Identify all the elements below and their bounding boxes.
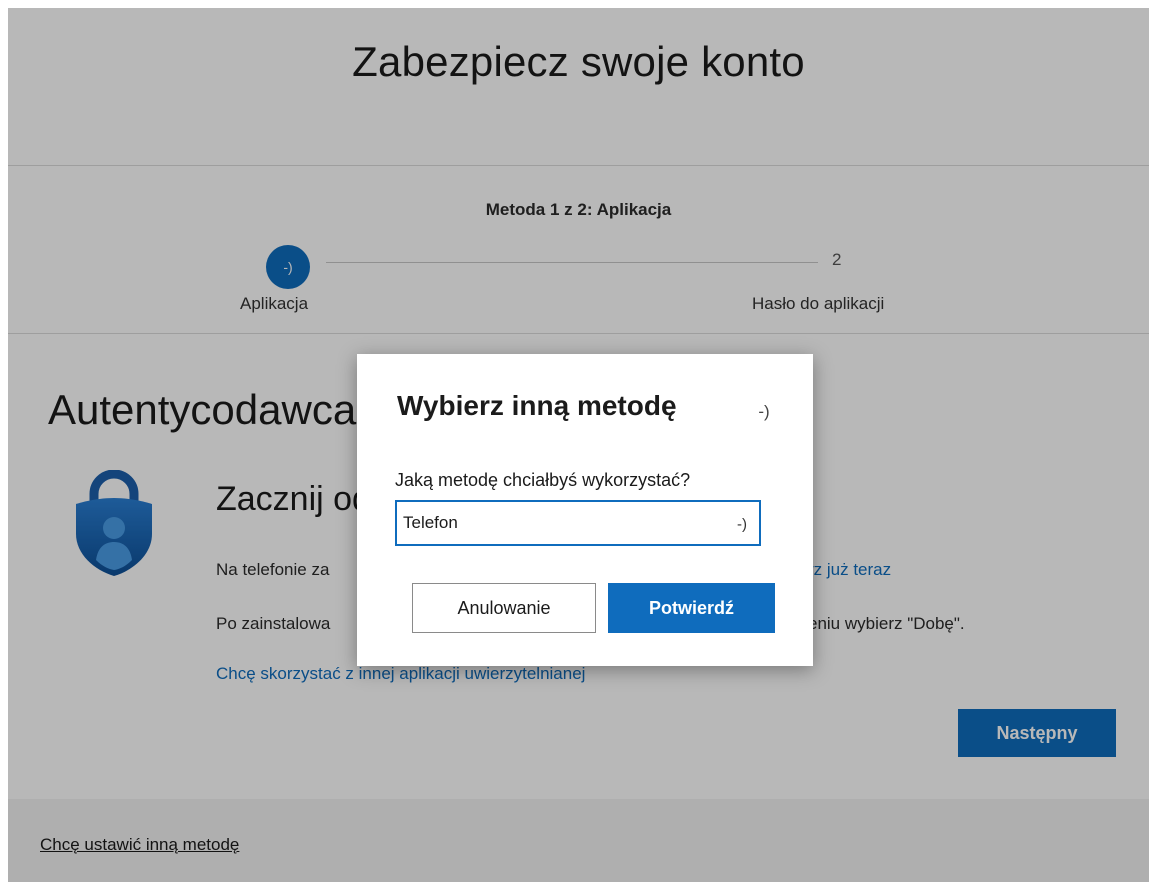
app-frame: Zabezpiecz swoje konto Metoda 1 z 2: Apl…: [8, 8, 1149, 882]
close-icon[interactable]: -): [749, 402, 779, 426]
dialog-question: Jaką metodę chciałbyś wykorzystać?: [395, 470, 691, 490]
selected-method-value: Telefon: [403, 513, 458, 532]
method-select[interactable]: Telefon -): [395, 500, 761, 546]
choose-method-dialog: Wybierz inną metodę -) Jaką metodę chcia…: [357, 354, 813, 666]
cancel-button[interactable]: Anulowanie: [412, 583, 596, 633]
chevron-down-icon: -): [737, 516, 747, 533]
dialog-title: Wybierz inną metodę: [397, 390, 677, 421]
confirm-button[interactable]: Potwierdź: [608, 583, 775, 633]
